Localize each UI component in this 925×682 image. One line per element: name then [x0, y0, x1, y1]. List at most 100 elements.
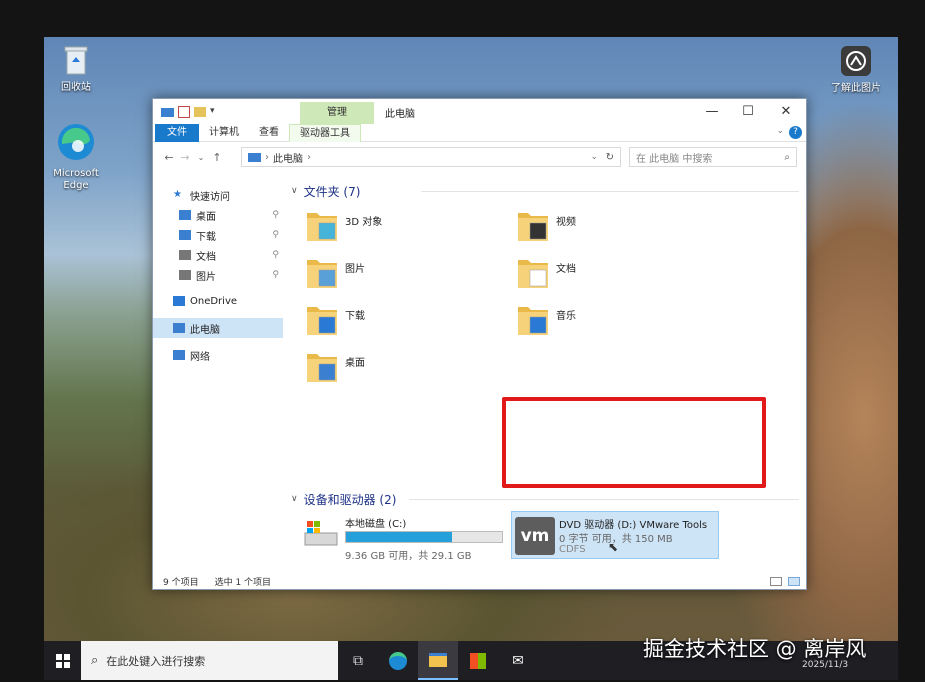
properties-icon[interactable]	[178, 105, 190, 118]
nav-item-label: 图片	[196, 271, 216, 283]
pin-icon: ⚲	[272, 270, 279, 280]
address-dropdown-icon[interactable]: ⌄	[590, 152, 598, 162]
pc-small-icon	[161, 108, 174, 117]
folder-name: 音乐	[556, 311, 576, 322]
document-icon	[179, 250, 191, 260]
task-view-button[interactable]: ⧉	[338, 641, 378, 680]
collapse-chevron-icon[interactable]: ∨	[291, 186, 298, 196]
search-box[interactable]: 在 此电脑 中搜索 ⌕	[629, 147, 797, 167]
taskbar-edge[interactable]	[378, 641, 418, 680]
ribbon-tabs: 文件 计算机 查看 驱动器工具 ⌄ ?	[153, 123, 806, 142]
camera-info-icon	[841, 46, 871, 76]
nav-item-6[interactable]: 此电脑	[153, 318, 283, 338]
drive-filesystem: CDFS	[559, 544, 586, 555]
customize-toolbar-icon[interactable]: ▾	[210, 106, 215, 118]
nav-item-label: 网络	[190, 351, 210, 363]
folder-icon	[429, 652, 447, 667]
pictures-folder-icon	[305, 254, 339, 290]
taskbar-store[interactable]	[458, 641, 498, 680]
nav-item-label: 文档	[196, 251, 216, 263]
nav-item-label: 桌面	[196, 211, 216, 223]
collapse-chevron-icon[interactable]: ∨	[291, 494, 298, 504]
download-arrow-icon	[179, 230, 191, 240]
desktop-icon-learn-about-image[interactable]: 了解此图片	[826, 45, 886, 95]
large-icons-view-icon[interactable]	[788, 576, 800, 586]
address-bar[interactable]: › 此电脑 › ⌄ ↻	[241, 147, 621, 167]
folders-group-header[interactable]: ∨ 文件夹 (7)	[291, 181, 799, 201]
nav-item-1[interactable]: 桌面 ⚲	[153, 205, 283, 225]
folder-item[interactable]: 文档	[516, 250, 736, 294]
desktop-icon-recycle-bin[interactable]: 回收站	[46, 44, 106, 94]
folder-item[interactable]: 桌面	[305, 344, 525, 388]
taskbar-search-input[interactable]: 在此处键入进行搜索	[106, 653, 205, 669]
drive-usage-bar	[345, 531, 503, 543]
folder-item[interactable]: 视频	[516, 203, 736, 247]
pc-icon	[173, 323, 185, 333]
folder-item[interactable]: 3D 对象	[305, 203, 525, 247]
drive-item-c[interactable]: 本地磁盘 (C:) 9.36 GB 可用，共 29.1 GB	[303, 511, 503, 575]
details-view-icon[interactable]	[770, 576, 782, 586]
drive-item-d[interactable]: vm DVD 驱动器 (D:) VMware Tools 0 字节 可用，共 150…	[511, 511, 719, 559]
nav-item-label: 此电脑	[190, 324, 220, 336]
edge-icon	[58, 124, 94, 160]
nav-item-3[interactable]: 文档 ⚲	[153, 245, 283, 265]
group-divider	[409, 499, 799, 500]
breadcrumb-separator-icon: ›	[265, 151, 269, 163]
nav-item-label: 下载	[196, 231, 216, 243]
nav-item-5[interactable]: OneDrive	[153, 291, 283, 311]
forward-arrow-icon[interactable]: →	[177, 151, 193, 164]
refresh-icon[interactable]: ↻	[606, 152, 614, 163]
tab-drive-tools[interactable]: 驱动器工具	[289, 123, 361, 142]
folder-item[interactable]: 下载	[305, 297, 525, 341]
tab-view[interactable]: 查看	[249, 124, 289, 142]
help-icon[interactable]: ?	[789, 126, 802, 139]
search-input[interactable]: 在 此电脑 中搜索	[636, 150, 712, 165]
file-explorer-window: ▾ 管理 此电脑 — ☐ ✕ 文件 计算机 查看 驱动器工具 ⌄ ? ← → ⌄…	[152, 98, 807, 590]
windows-logo-icon	[55, 653, 70, 668]
videos-folder-icon	[516, 207, 550, 243]
nav-item-7[interactable]: 网络	[153, 345, 283, 365]
folder-item[interactable]: 图片	[305, 250, 525, 294]
close-button[interactable]: ✕	[767, 99, 805, 124]
highlight-annotation-box	[502, 397, 766, 488]
tab-computer[interactable]: 计算机	[199, 124, 249, 142]
recent-locations-icon[interactable]: ⌄	[193, 153, 209, 162]
taskbar-file-explorer[interactable]	[418, 641, 458, 680]
manage-context-tab[interactable]: 管理	[300, 102, 374, 124]
nav-item-label: OneDrive	[190, 295, 238, 307]
desktop-icon-edge[interactable]: Microsoft Edge	[46, 122, 106, 192]
breadcrumb-separator-icon: ›	[307, 151, 311, 163]
folder-name: 下载	[345, 311, 365, 322]
nav-item-label: 快速访问	[190, 191, 230, 203]
expand-ribbon-icon[interactable]: ⌄	[776, 126, 784, 136]
new-folder-icon[interactable]	[194, 106, 206, 117]
taskbar-search-box[interactable]: ⌕ 在此处键入进行搜索	[81, 641, 338, 680]
minimize-button[interactable]: —	[693, 99, 731, 124]
drives-group-header[interactable]: ∨ 设备和驱动器 (2)	[291, 489, 799, 509]
folder-item[interactable]: 音乐	[516, 297, 736, 341]
maximize-button[interactable]: ☐	[729, 99, 767, 124]
nav-item-2[interactable]: 下载 ⚲	[153, 225, 283, 245]
breadcrumb-this-pc[interactable]: 此电脑	[273, 150, 303, 165]
mouse-cursor-icon: ⬉	[608, 540, 619, 554]
drive-usage-fill	[346, 532, 453, 542]
pin-icon: ⚲	[272, 210, 279, 220]
pin-icon: ⚲	[272, 250, 279, 260]
folder-name: 3D 对象	[345, 217, 383, 228]
start-button[interactable]	[44, 641, 81, 680]
back-arrow-icon[interactable]: ←	[161, 151, 177, 164]
desktop-icon-label: Microsoft Edge	[53, 168, 99, 191]
drive-name: 本地磁盘 (C:)	[345, 519, 407, 530]
selection-count: 选中 1 个项目	[214, 577, 272, 588]
up-arrow-icon[interactable]: ↑	[209, 151, 225, 164]
edge-icon	[389, 651, 407, 670]
store-icon	[470, 652, 486, 669]
desktop-folder-icon	[179, 210, 191, 220]
nav-item-4[interactable]: 图片 ⚲	[153, 265, 283, 285]
taskbar-mail[interactable]: ✉	[498, 641, 538, 680]
watermark: 掘金技术社区 @ 离岸风	[643, 637, 867, 661]
tab-file[interactable]: 文件	[155, 123, 199, 142]
nav-item-0[interactable]: ★ 快速访问	[153, 185, 283, 205]
folder-name: 文档	[556, 264, 576, 275]
desktop-icon-label: 回收站	[61, 82, 91, 93]
